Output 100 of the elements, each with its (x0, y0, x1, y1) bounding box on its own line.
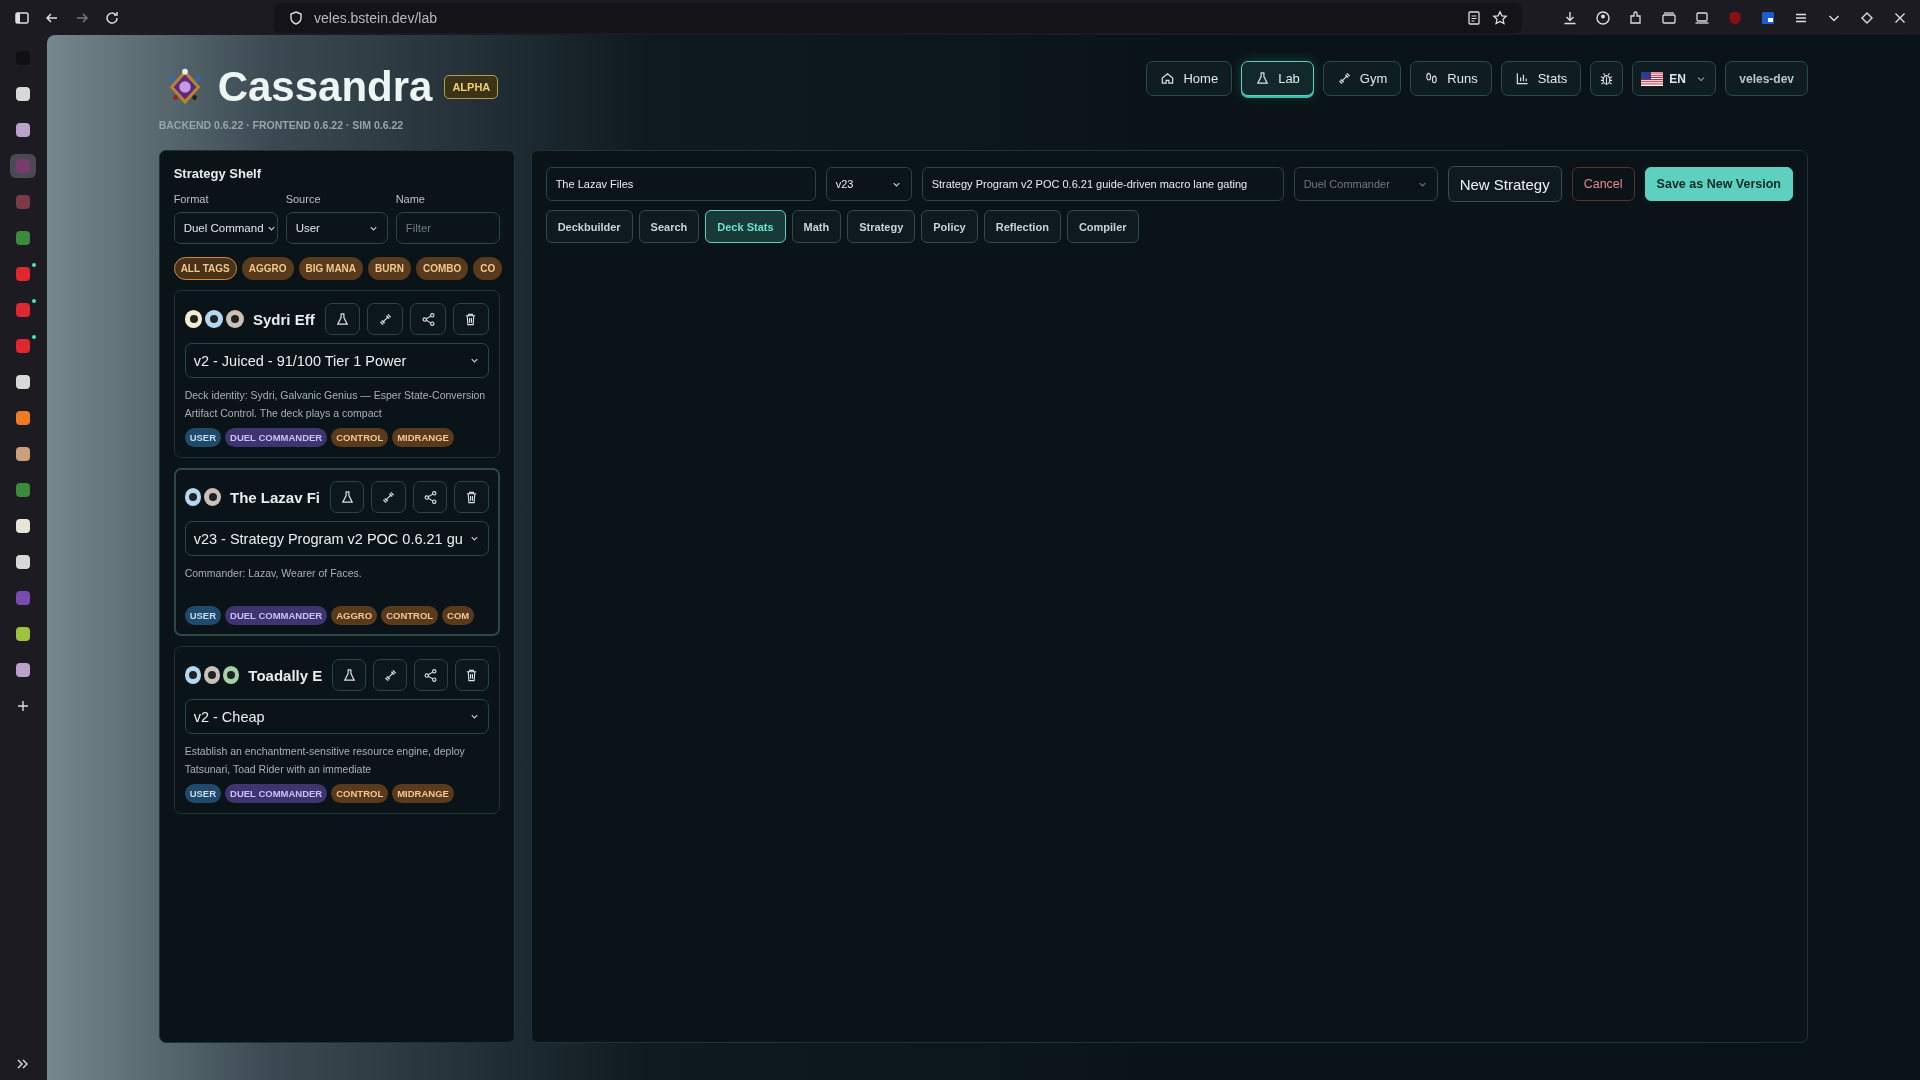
share-button[interactable] (412, 481, 448, 513)
bug-icon (1599, 71, 1615, 86)
panel-title: Strategy Shelf (173, 166, 263, 181)
cancel-button[interactable]: Cancel (1571, 167, 1635, 201)
strategy-name: The Lazav Fi (230, 488, 321, 506)
field-label: Format (173, 193, 210, 205)
shield-icon (288, 9, 304, 26)
strategy-card[interactable]: Sydri Eff v2 - Juiced - 91/100 Tier 1 Power Deck identity: Sydri, Galvanic Genius — Esper State-Conversion Artifact Control. The deck plays a compact USER DUEL COMMANDER CONTROL MIDRANGE (173, 290, 500, 458)
sidebar-toggle-icon[interactable] (14, 9, 30, 26)
tag-label: MIDRANGE (392, 428, 454, 447)
editor-tab[interactable]: Policy (921, 210, 978, 243)
strategy-description: Deck identity: Sydri, Galvanic Genius — Esper State-Conversion Artifact Control. The deck plays a compact (184, 388, 487, 421)
editor-tab[interactable]: Deckbuilder (545, 210, 633, 243)
tag-filter[interactable]: BURN (368, 257, 411, 280)
tag-filter[interactable]: AGGRO (241, 257, 294, 280)
strategy-card[interactable]: The Lazav Fi v23 - Strategy Program v2 POC 0.6.21 gu Commander: Lazav, Wearer of Faces. USER DUEL COMMANDER AGGRO CONTROL COM (173, 468, 500, 636)
lab-button[interactable] (324, 303, 361, 335)
strategy-card[interactable]: Toadally E v2 - Cheap Establish an enchantment-sensitive resource engine, deploy Tatsunari, Toad Rider with an immediate USER DUEL COMMANDER CONTROL MIDRANGE (173, 646, 500, 814)
strategy-name: Toadally E (248, 666, 323, 684)
tag-filter[interactable]: CO (473, 257, 503, 280)
tag-label: DUEL COMMANDER (225, 606, 328, 625)
share-icon (422, 489, 438, 505)
dumbbell-icon (1336, 71, 1352, 86)
user-button[interactable]: veles-dev (1725, 61, 1808, 96)
flask-icon (335, 311, 351, 327)
flask-icon (339, 489, 355, 505)
footprints-icon (1424, 71, 1440, 86)
tag-label: USER (184, 428, 222, 447)
tag-label: USER (184, 606, 222, 625)
field-label: Name (395, 193, 426, 205)
bug-button[interactable] (1590, 61, 1624, 96)
editor-tab[interactable]: Strategy (847, 210, 916, 243)
share-icon (423, 667, 439, 683)
lab-button[interactable] (330, 481, 365, 513)
tag-label: COM (442, 606, 475, 625)
tag-label: MIDRANGE (392, 784, 454, 803)
name-field[interactable]: The Lazav Files (545, 167, 816, 201)
dumbbell-icon (377, 311, 393, 327)
editor-tab[interactable]: Compiler (1066, 210, 1139, 243)
nav-button[interactable]: Gym (1322, 61, 1402, 96)
filter-select[interactable]: User (285, 212, 388, 244)
strategy-description: Commander: Lazav, Wearer of Faces. (184, 566, 363, 581)
new-button[interactable]: New Strategy (1447, 166, 1562, 202)
tag-filter[interactable]: ALL TAGS (173, 257, 237, 280)
home-icon (1160, 71, 1176, 86)
reader-icon[interactable] (1466, 9, 1482, 26)
address-bar[interactable]: veles.bstein.dev/lab (274, 2, 1522, 33)
gym-button[interactable] (371, 481, 406, 513)
editor-tab[interactable]: Search (638, 210, 700, 243)
gym-button[interactable] (373, 659, 407, 691)
reload-icon[interactable] (104, 9, 120, 26)
field-label: Source (285, 193, 322, 205)
nav-button[interactable]: Lab (1241, 61, 1314, 96)
version-select[interactable]: v2 - Cheap (184, 699, 489, 734)
flask-icon (1255, 71, 1271, 86)
tag-label: CONTROL (331, 428, 389, 447)
editor-tab[interactable]: Reflection (983, 210, 1061, 243)
download-icon[interactable] (1562, 9, 1578, 26)
share-icon (420, 311, 436, 327)
tag-label: DUEL COMMANDER (225, 784, 328, 803)
editor-tab[interactable]: Math (791, 210, 842, 243)
filter-select[interactable]: Duel Command (173, 212, 278, 244)
flag-icon (1641, 71, 1664, 86)
lab-button[interactable] (332, 659, 367, 691)
delete-button[interactable] (452, 303, 489, 335)
dumbbell-icon (382, 667, 398, 683)
filter-input[interactable]: Filter (395, 212, 500, 244)
extensions-icon[interactable] (1628, 9, 1644, 26)
nav-button[interactable]: Runs (1410, 61, 1492, 96)
version-select[interactable]: v23 - Strategy Program v2 POC 0.6.21 gu (184, 521, 489, 556)
tag-label: AGGRO (331, 606, 378, 625)
version-select[interactable]: v23 (825, 167, 912, 201)
container-icon[interactable] (1661, 9, 1677, 26)
version-info: BACKEND 0.6.22 · FRONTEND 0.6.22 · SIM 0.6.22 (158, 119, 405, 131)
editor-tab[interactable]: Deck Stats (705, 210, 786, 243)
tag-filter[interactable]: COMBO (415, 257, 469, 280)
gym-button[interactable] (367, 303, 404, 335)
language-select[interactable]: EN (1632, 61, 1717, 96)
save-button[interactable]: Save as New Version (1644, 167, 1793, 201)
description-field[interactable]: Strategy Program v2 POC 0.6.21 guide-driven macro lane gating (921, 167, 1284, 201)
bar-chart-icon (1514, 71, 1530, 86)
share-button[interactable] (410, 303, 446, 335)
app-title: Cassandra (217, 63, 433, 111)
tag-label: CONTROL (331, 784, 389, 803)
strategy-name: Sydri Eff (253, 310, 315, 328)
tag-filter[interactable]: BIG MANA (298, 257, 364, 280)
version-select[interactable]: v2 - Juiced - 91/100 Tier 1 Power (184, 343, 489, 378)
tag-label: DUEL COMMANDER (225, 428, 328, 447)
tag-label: CONTROL (381, 606, 439, 625)
nav-button[interactable]: Stats (1500, 61, 1582, 96)
laptop-icon[interactable] (1694, 9, 1710, 26)
account-icon[interactable] (1595, 9, 1611, 26)
nav-button[interactable]: Home (1146, 61, 1233, 96)
delete-button[interactable] (454, 481, 489, 513)
strategy-description: Establish an enchantment-sensitive resource engine, deploy Tatsunari, Toad Rider with an immediate (184, 744, 466, 777)
flask-icon (341, 667, 357, 683)
star-icon[interactable] (1492, 9, 1508, 26)
share-button[interactable] (413, 659, 448, 691)
delete-button[interactable] (454, 659, 489, 691)
alpha-badge: ALPHA (444, 75, 499, 99)
